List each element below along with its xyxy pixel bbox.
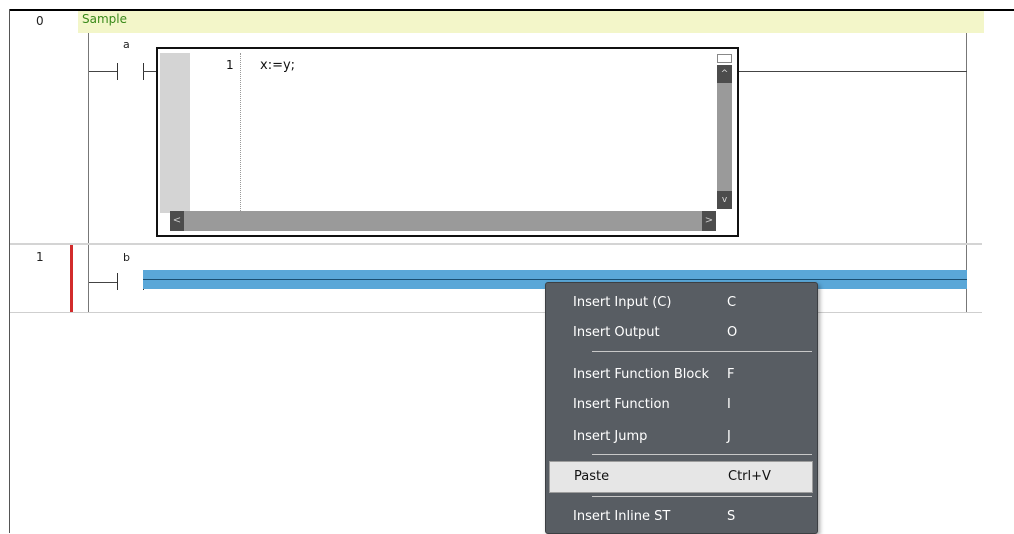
scrollbar-corner — [716, 211, 735, 231]
wire — [739, 71, 967, 72]
menu-item-insert-function-block[interactable]: Insert Function Block F — [546, 359, 817, 391]
right-power-rail — [966, 33, 967, 243]
inline-st-editor[interactable]: 1 x:=y; ^ v < > — [156, 47, 739, 237]
menu-item-insert-output[interactable]: Insert Output O — [546, 317, 817, 349]
rung-error-marker — [70, 245, 73, 313]
selected-connection-wire — [143, 279, 967, 280]
scroll-right-button[interactable]: > — [702, 211, 716, 231]
scroll-left-button[interactable]: < — [170, 211, 184, 231]
st-gutter — [160, 53, 190, 213]
rung-separator — [10, 312, 982, 313]
rung-number: 0 — [36, 14, 44, 28]
vertical-scrollbar[interactable]: ^ v — [714, 53, 735, 211]
context-menu[interactable]: Insert Input (C) C Insert Output O Inser… — [545, 282, 818, 534]
horizontal-scrollbar[interactable]: < > — [170, 211, 716, 231]
contact-variable-label[interactable]: b — [123, 251, 130, 264]
editor-left-border — [9, 9, 10, 533]
wire — [89, 282, 117, 283]
menu-item-insert-inline-st[interactable]: Insert Inline ST S — [546, 501, 817, 533]
left-power-rail — [88, 33, 89, 243]
scroll-top-box — [717, 54, 732, 63]
menu-item-insert-input[interactable]: Insert Input (C) C — [546, 287, 817, 319]
contact-left-bar[interactable] — [117, 63, 118, 80]
menu-item-insert-jump[interactable]: Insert Jump J — [546, 421, 817, 453]
wire — [143, 71, 156, 72]
scroll-thumb[interactable] — [717, 83, 732, 191]
menu-separator — [592, 496, 812, 497]
contact-left-bar[interactable] — [117, 273, 118, 290]
menu-item-insert-function[interactable]: Insert Function I — [546, 389, 817, 421]
st-gutter-separator — [240, 53, 241, 213]
scroll-up-button[interactable]: ^ — [717, 65, 732, 83]
st-code-line[interactable]: x:=y; — [260, 58, 295, 73]
scroll-down-button[interactable]: v — [717, 191, 732, 209]
st-line-number: 1 — [226, 58, 234, 72]
menu-separator — [592, 454, 812, 455]
contact-variable-label[interactable]: a — [123, 38, 130, 51]
menu-separator — [592, 351, 812, 352]
wire — [89, 71, 117, 72]
rung-number: 1 — [36, 250, 44, 264]
menu-item-paste[interactable]: Paste Ctrl+V — [549, 461, 813, 493]
rung-separator — [10, 243, 982, 245]
left-power-rail — [88, 245, 89, 313]
rung-comment-band[interactable] — [78, 11, 984, 33]
rung-comment[interactable]: Sample — [82, 12, 127, 26]
